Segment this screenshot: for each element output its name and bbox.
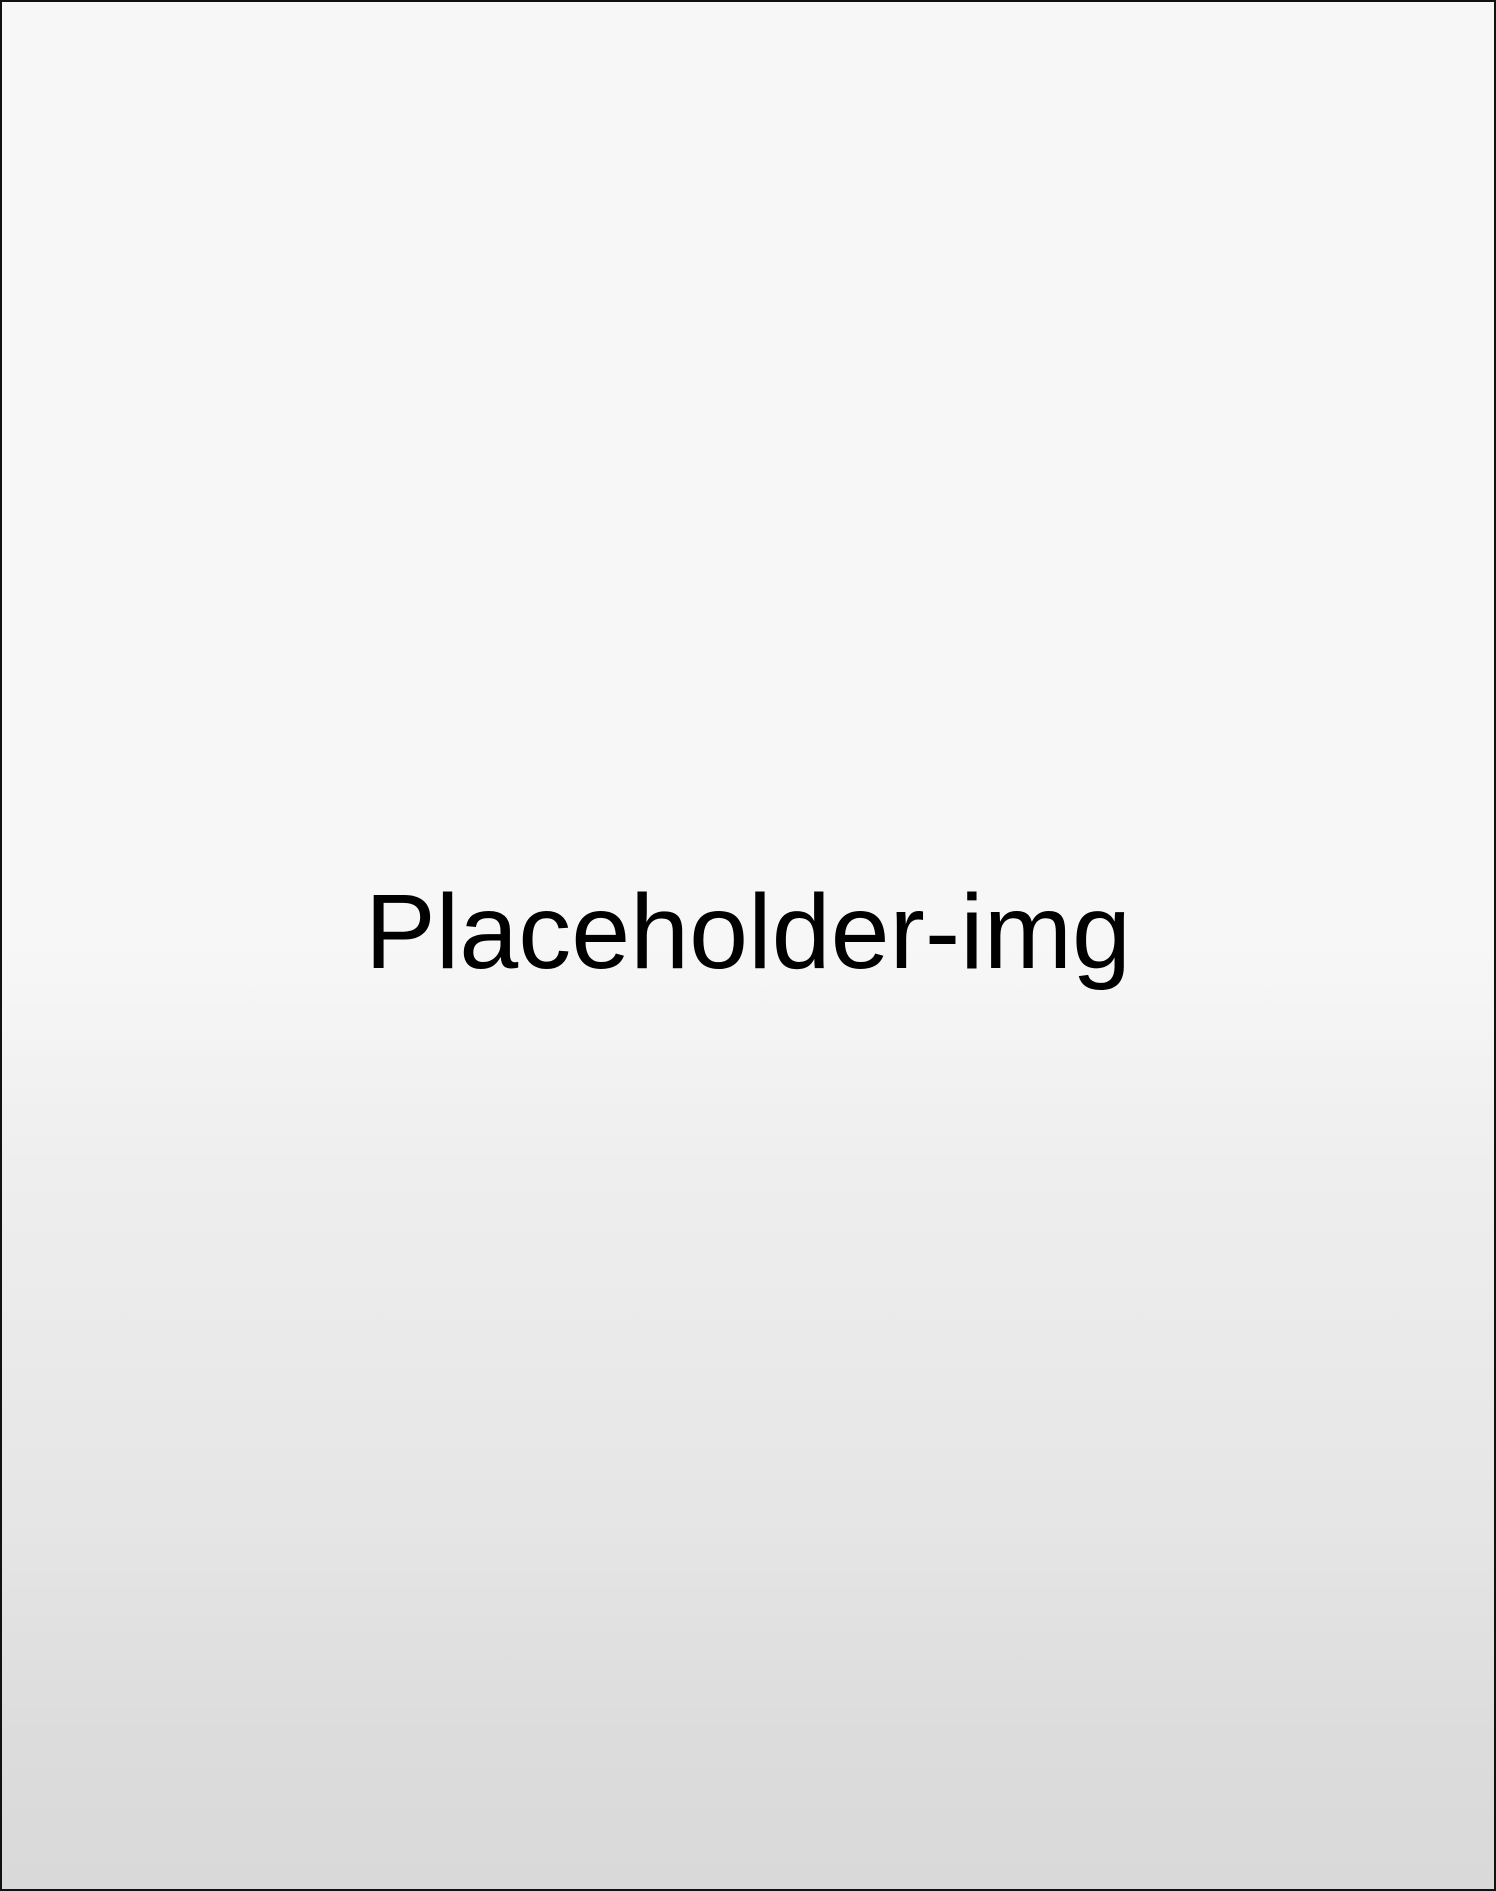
placeholder-label: Placeholder-img	[365, 872, 1131, 991]
placeholder-image: Placeholder-img	[0, 0, 1496, 1891]
